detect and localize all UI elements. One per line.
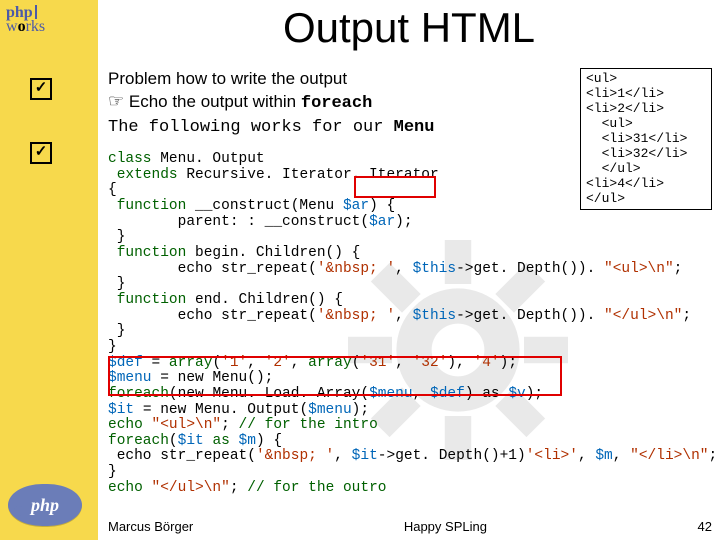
footer-author: Marcus Börger <box>108 519 193 534</box>
checkbox-bullet-icon <box>30 78 52 100</box>
line3a: The following works for our <box>108 118 394 137</box>
logo-works: works <box>6 18 92 36</box>
line3-mono: Menu <box>394 118 435 137</box>
line2-mono: foreach <box>301 94 372 113</box>
pointer-icon: ☞ <box>108 91 124 111</box>
line2: Echo the output within <box>124 92 301 111</box>
sidebar: php works php <box>0 0 98 540</box>
footer: Marcus Börger Happy SPLing 42 <box>108 519 712 534</box>
footer-page: 42 <box>698 519 712 534</box>
slide-title: Output HTML <box>98 4 720 52</box>
logo-phpworks: php works <box>6 4 92 36</box>
logo-bar <box>35 5 37 19</box>
main-content: Output HTML Problem how to write the out… <box>98 0 720 540</box>
highlight-box-1 <box>354 176 436 198</box>
line1: Problem how to write the output <box>108 69 347 88</box>
logo-php-elephant: php <box>8 484 92 526</box>
bullet-list <box>30 78 52 206</box>
footer-subject: Happy SPLing <box>404 519 487 534</box>
checkbox-bullet-icon <box>30 142 52 164</box>
slide: php works php <box>0 0 720 540</box>
code-block: class Menu. Output extends Recursive. It… <box>108 152 717 496</box>
highlight-box-2 <box>108 356 562 396</box>
php-elephant-icon: php <box>8 484 82 526</box>
